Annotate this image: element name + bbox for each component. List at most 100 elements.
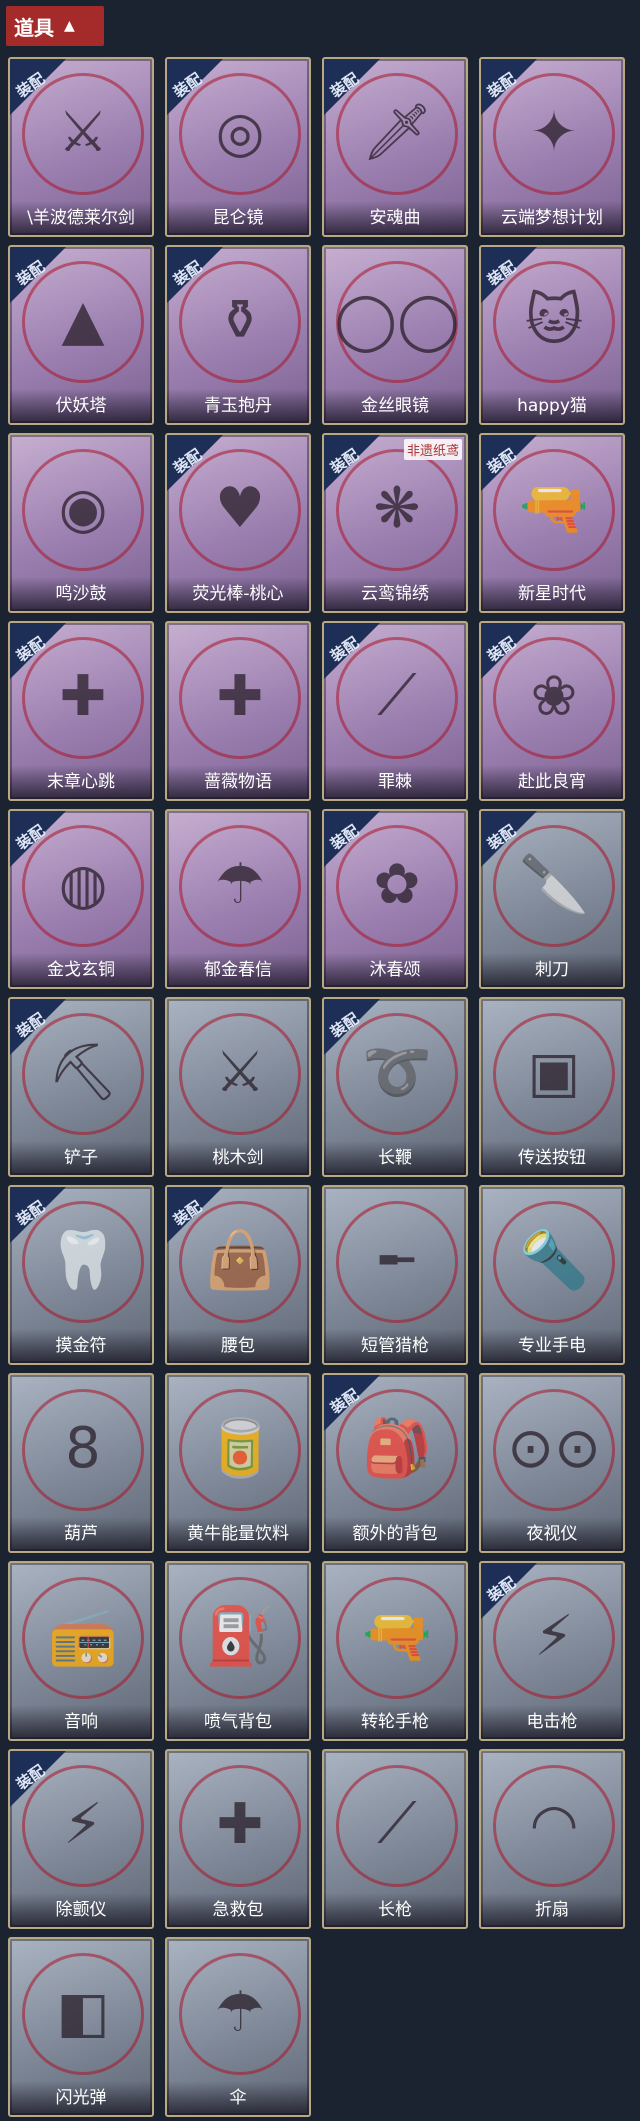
mirror-icon: ◎ bbox=[215, 99, 265, 165]
item-card[interactable]: 装配 🗡 安魂曲 bbox=[322, 57, 468, 237]
item-card[interactable]: 装配 ⟋ 罪棘 bbox=[322, 621, 468, 801]
item-card[interactable]: 🔦 专业手电 bbox=[479, 1185, 625, 1365]
equipped-badge: 装配 bbox=[13, 1197, 49, 1230]
equipped-badge: 装配 bbox=[13, 257, 49, 290]
item-card[interactable]: 装配 ✚ 末章心跳 bbox=[8, 621, 154, 801]
item-card[interactable]: 装配 ◎ 昆仑镜 bbox=[165, 57, 311, 237]
item-label: 除颤仪 bbox=[10, 1893, 152, 1927]
item-card[interactable]: ◠ 折扇 bbox=[479, 1749, 625, 1929]
wand-icon: ✦ bbox=[530, 99, 578, 165]
item-label: 转轮手枪 bbox=[324, 1705, 466, 1739]
equipped-badge: 装配 bbox=[13, 821, 49, 854]
item-card[interactable]: 装配 ⚱ 青玉抱丹 bbox=[165, 245, 311, 425]
whip-icon: ➰ bbox=[362, 1040, 432, 1105]
item-card[interactable]: 装配 🎒 额外的背包 bbox=[322, 1373, 468, 1553]
item-label: 赴此良宵 bbox=[481, 765, 623, 799]
item-card[interactable]: 装配 ▲ 伏妖塔 bbox=[8, 245, 154, 425]
item-card[interactable]: 装配 🔪 刺刀 bbox=[479, 809, 625, 989]
revolver-icon: 🔫 bbox=[519, 476, 589, 541]
item-card[interactable]: 装配 🦷 摸金符 bbox=[8, 1185, 154, 1365]
item-card[interactable]: 装配 ❀ 赴此良宵 bbox=[479, 621, 625, 801]
item-label: 鸣沙鼓 bbox=[10, 577, 152, 611]
equipped-badge: 装配 bbox=[484, 821, 520, 854]
item-card[interactable]: 装配 ⚡ 电击枪 bbox=[479, 1561, 625, 1741]
talisman-icon: 🦷 bbox=[48, 1228, 118, 1293]
item-card[interactable]: ◯◯ 金丝眼镜 bbox=[322, 245, 468, 425]
item-card[interactable]: 装配 ➰ 长鞭 bbox=[322, 997, 468, 1177]
item-label: 青玉抱丹 bbox=[167, 389, 309, 423]
item-card[interactable]: ▣ 传送按钮 bbox=[479, 997, 625, 1177]
item-label: 专业手电 bbox=[481, 1329, 623, 1363]
item-card[interactable]: 装配 ◍ 金戈玄铜 bbox=[8, 809, 154, 989]
item-label: 急救包 bbox=[167, 1893, 309, 1927]
item-label: 葫芦 bbox=[10, 1517, 152, 1551]
equipped-badge: 装配 bbox=[170, 69, 206, 102]
item-card[interactable]: 装配 ⚔ \羊波德莱尔剑 bbox=[8, 57, 154, 237]
item-card[interactable]: ╾ 短管猎枪 bbox=[322, 1185, 468, 1365]
gourd-icon: 8 bbox=[65, 1415, 101, 1481]
item-card[interactable]: ⚔ 桃木剑 bbox=[165, 997, 311, 1177]
energy-drink-icon: 🥫 bbox=[205, 1416, 275, 1481]
item-label: 金戈玄铜 bbox=[10, 953, 152, 987]
item-card[interactable]: ✚ 蔷薇物语 bbox=[165, 621, 311, 801]
folding-fan-icon: ◠ bbox=[529, 1791, 579, 1857]
flashbang-icon: ◧ bbox=[56, 1979, 110, 2045]
fan-icon: ❀ bbox=[530, 663, 578, 729]
knife-icon: 🔪 bbox=[519, 852, 589, 917]
heart-wand-icon: ♥ bbox=[214, 475, 266, 541]
item-card[interactable]: ⟋ 长枪 bbox=[322, 1749, 468, 1929]
equipped-badge: 装配 bbox=[327, 633, 363, 666]
item-label: 音响 bbox=[10, 1705, 152, 1739]
waist-bag-icon: 👜 bbox=[205, 1228, 275, 1293]
item-label: 夜视仪 bbox=[481, 1517, 623, 1551]
item-card[interactable]: 装配 ❋ 非遗纸鸢 云鸾锦绣 bbox=[322, 433, 468, 613]
item-card[interactable]: 🔫 转轮手枪 bbox=[322, 1561, 468, 1741]
wooden-sword-icon: ⚔ bbox=[214, 1039, 266, 1105]
drum-icon: ◉ bbox=[58, 475, 108, 541]
item-label: 短管猎枪 bbox=[324, 1329, 466, 1363]
item-card[interactable]: 装配 ✦ 云端梦想计划 bbox=[479, 57, 625, 237]
item-card[interactable]: ⊙⊙ 夜视仪 bbox=[479, 1373, 625, 1553]
item-label: \羊波德莱尔剑 bbox=[10, 201, 152, 235]
item-card[interactable]: 装配 ♥ 荧光棒-桃心 bbox=[165, 433, 311, 613]
item-card[interactable]: 装配 ⛏ 铲子 bbox=[8, 997, 154, 1177]
item-label: 昆仑镜 bbox=[167, 201, 309, 235]
item-label: 新星时代 bbox=[481, 577, 623, 611]
item-grid: 装配 ⚔ \羊波德莱尔剑 装配 ◎ 昆仑镜 装配 🗡 安魂曲 装配 ✦ 云端梦想计划 装配 ▲ 伏妖塔 装配 ⚱… bbox=[0, 0, 640, 2121]
item-card[interactable]: ◉ 鸣沙鼓 bbox=[8, 433, 154, 613]
item-label: 黄牛能量饮料 bbox=[167, 1517, 309, 1551]
item-label: 郁金春信 bbox=[167, 953, 309, 987]
blade-icon: 🗡 bbox=[361, 100, 433, 165]
equipped-badge: 装配 bbox=[327, 445, 363, 478]
equipped-badge: 装配 bbox=[13, 1009, 49, 1042]
item-label: 末章心跳 bbox=[10, 765, 152, 799]
item-card[interactable]: ⛽ 喷气背包 bbox=[165, 1561, 311, 1741]
item-card[interactable]: 装配 👜 腰包 bbox=[165, 1185, 311, 1365]
equipped-badge: 装配 bbox=[327, 821, 363, 854]
item-card[interactable]: 8 葫芦 bbox=[8, 1373, 154, 1553]
item-card[interactable]: 装配 🐱 happy猫 bbox=[479, 245, 625, 425]
sword-icon: ⚔ bbox=[57, 99, 109, 165]
item-card[interactable]: 装配 ⚡ 除颤仪 bbox=[8, 1749, 154, 1929]
item-card[interactable]: ✚ 急救包 bbox=[165, 1749, 311, 1929]
equipped-badge: 装配 bbox=[13, 69, 49, 102]
equipped-badge: 装配 bbox=[170, 257, 206, 290]
item-card[interactable]: 📻 音响 bbox=[8, 1561, 154, 1741]
jetpack-icon: ⛽ bbox=[205, 1604, 275, 1669]
item-label: 摸金符 bbox=[10, 1329, 152, 1363]
flower-umbrella-icon: ✿ bbox=[373, 851, 421, 917]
item-label: 刺刀 bbox=[481, 953, 623, 987]
pagoda-icon: ▲ bbox=[61, 287, 105, 353]
item-label: 长枪 bbox=[324, 1893, 466, 1927]
shotgun-icon: ╾ bbox=[380, 1227, 414, 1293]
speaker-icon: 📻 bbox=[48, 1604, 118, 1669]
item-card[interactable]: ☂ 郁金春信 bbox=[165, 809, 311, 989]
item-card[interactable]: 装配 ✿ 沐春颂 bbox=[322, 809, 468, 989]
item-card[interactable]: ☂ 伞 bbox=[165, 1937, 311, 2117]
item-card[interactable]: 🥫 黄牛能量饮料 bbox=[165, 1373, 311, 1553]
lance-icon: ⟋ bbox=[377, 1791, 417, 1856]
item-card[interactable]: ◧ 闪光弹 bbox=[8, 1937, 154, 2117]
item-label: 铲子 bbox=[10, 1141, 152, 1175]
item-card[interactable]: 装配 🔫 新星时代 bbox=[479, 433, 625, 613]
umbrella-icon: ☂ bbox=[214, 1979, 266, 2045]
